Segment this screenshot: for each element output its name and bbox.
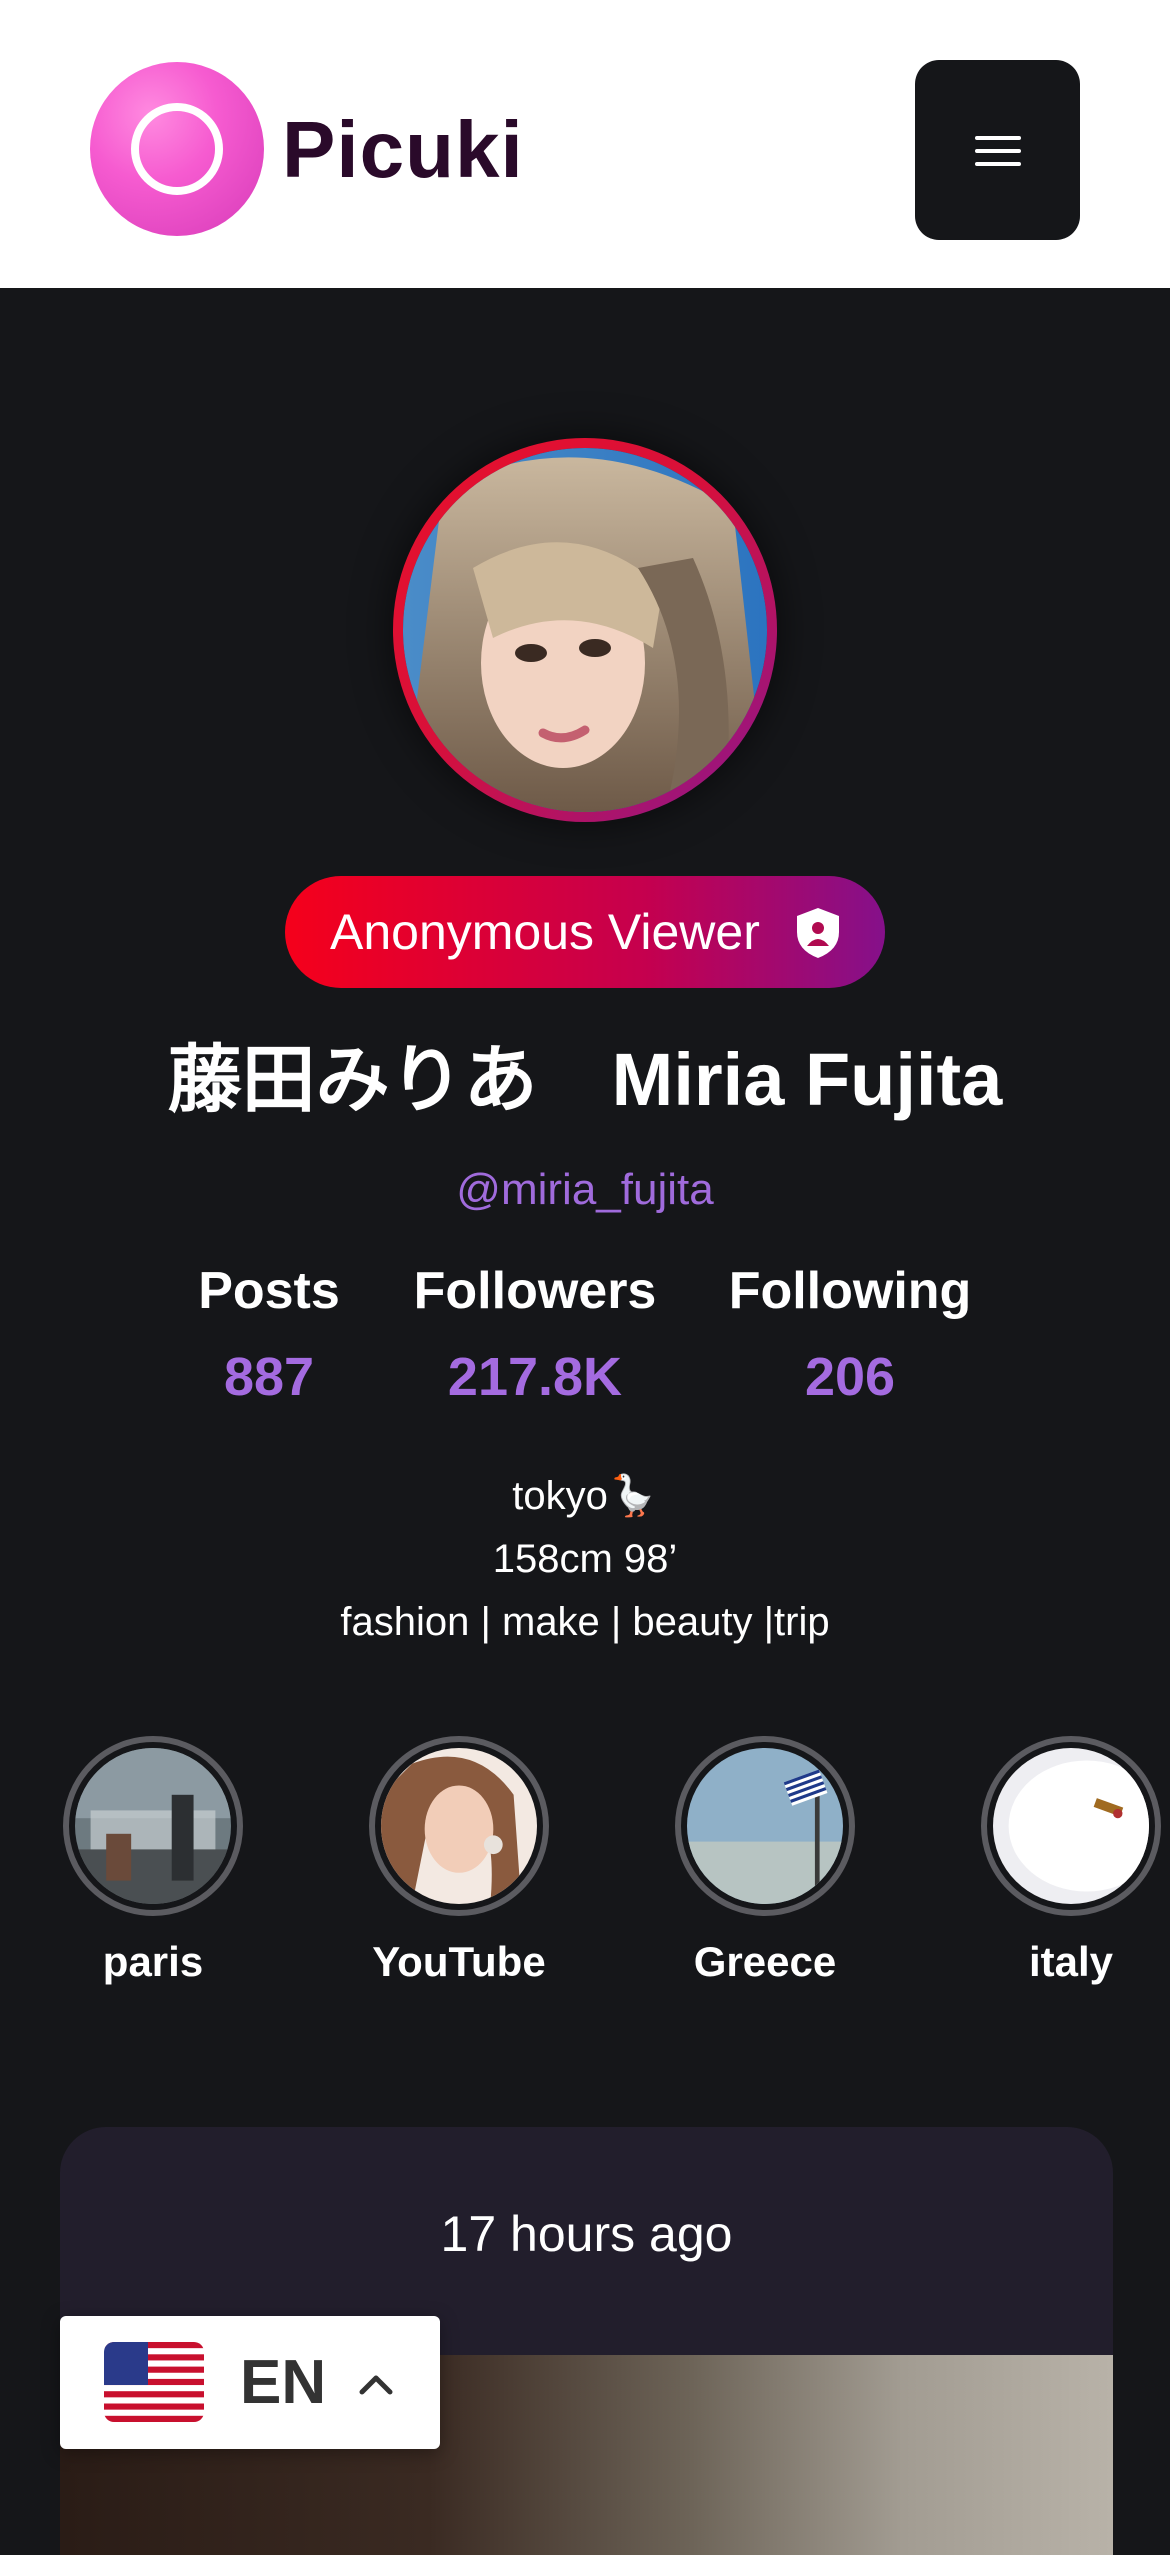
bio-line: 158cm 98’ xyxy=(492,1537,678,1581)
profile-bio: tokyo🪿 158cm 98’ fashion | make | beauty… xyxy=(0,1465,1170,1654)
language-code: EN xyxy=(240,2348,327,2417)
post-timestamp: 17 hours ago xyxy=(440,2206,733,2262)
highlight-label: Greece xyxy=(693,1938,837,1985)
avatar-photo xyxy=(403,448,767,812)
anonymous-viewer-label: Anonymous Viewer xyxy=(330,904,760,960)
logo-text[interactable]: Picuki xyxy=(282,100,524,200)
profile-handle[interactable]: @miria_fujita xyxy=(0,1160,1170,1220)
top-header: Picuki xyxy=(0,0,1170,288)
menu-button[interactable] xyxy=(915,60,1080,240)
highlight-paris[interactable]: paris xyxy=(63,1736,243,1985)
anonymous-viewer-badge[interactable]: Anonymous Viewer xyxy=(285,876,885,988)
stat-value: 217.8K xyxy=(447,1347,623,1407)
hamburger-icon xyxy=(975,136,1021,140)
highlight-greece[interactable]: Greece xyxy=(675,1736,855,1985)
language-selector[interactable]: EN xyxy=(60,2316,440,2449)
stat-posts: Posts 887 xyxy=(176,1255,362,1413)
highlight-thumbnail xyxy=(381,1748,537,1904)
highlight-thumbnail xyxy=(993,1748,1149,1904)
highlight-label: paris xyxy=(102,1938,204,1985)
highlight-thumbnail xyxy=(75,1748,231,1904)
highlight-italy[interactable]: italy xyxy=(981,1736,1161,1985)
highlight-youtube[interactable]: YouTube xyxy=(369,1736,549,1985)
logo-icon[interactable] xyxy=(90,62,264,236)
bio-line: fashion | make | beauty |trip xyxy=(340,1600,830,1644)
stat-label: Followers xyxy=(413,1262,657,1320)
stat-label: Posts xyxy=(198,1262,340,1320)
stat-followers: Followers 217.8K xyxy=(404,1255,666,1413)
stat-value: 887 xyxy=(223,1347,315,1407)
highlight-label: YouTube xyxy=(372,1938,546,1985)
us-flag-icon xyxy=(104,2342,204,2422)
stat-following: Following 206 xyxy=(716,1255,984,1413)
profile-avatar xyxy=(393,438,777,822)
stat-value: 206 xyxy=(804,1347,896,1407)
chevron-up-icon xyxy=(359,2375,393,2395)
highlight-label: italy xyxy=(1028,1938,1114,1985)
highlight-thumbnail xyxy=(687,1748,843,1904)
shield-icon xyxy=(797,908,839,958)
profile-display-name: 藤田みりあ Miria Fujita xyxy=(167,1038,1003,1121)
stat-label: Following xyxy=(728,1262,972,1320)
bio-line: tokyo🪿 xyxy=(512,1474,658,1518)
